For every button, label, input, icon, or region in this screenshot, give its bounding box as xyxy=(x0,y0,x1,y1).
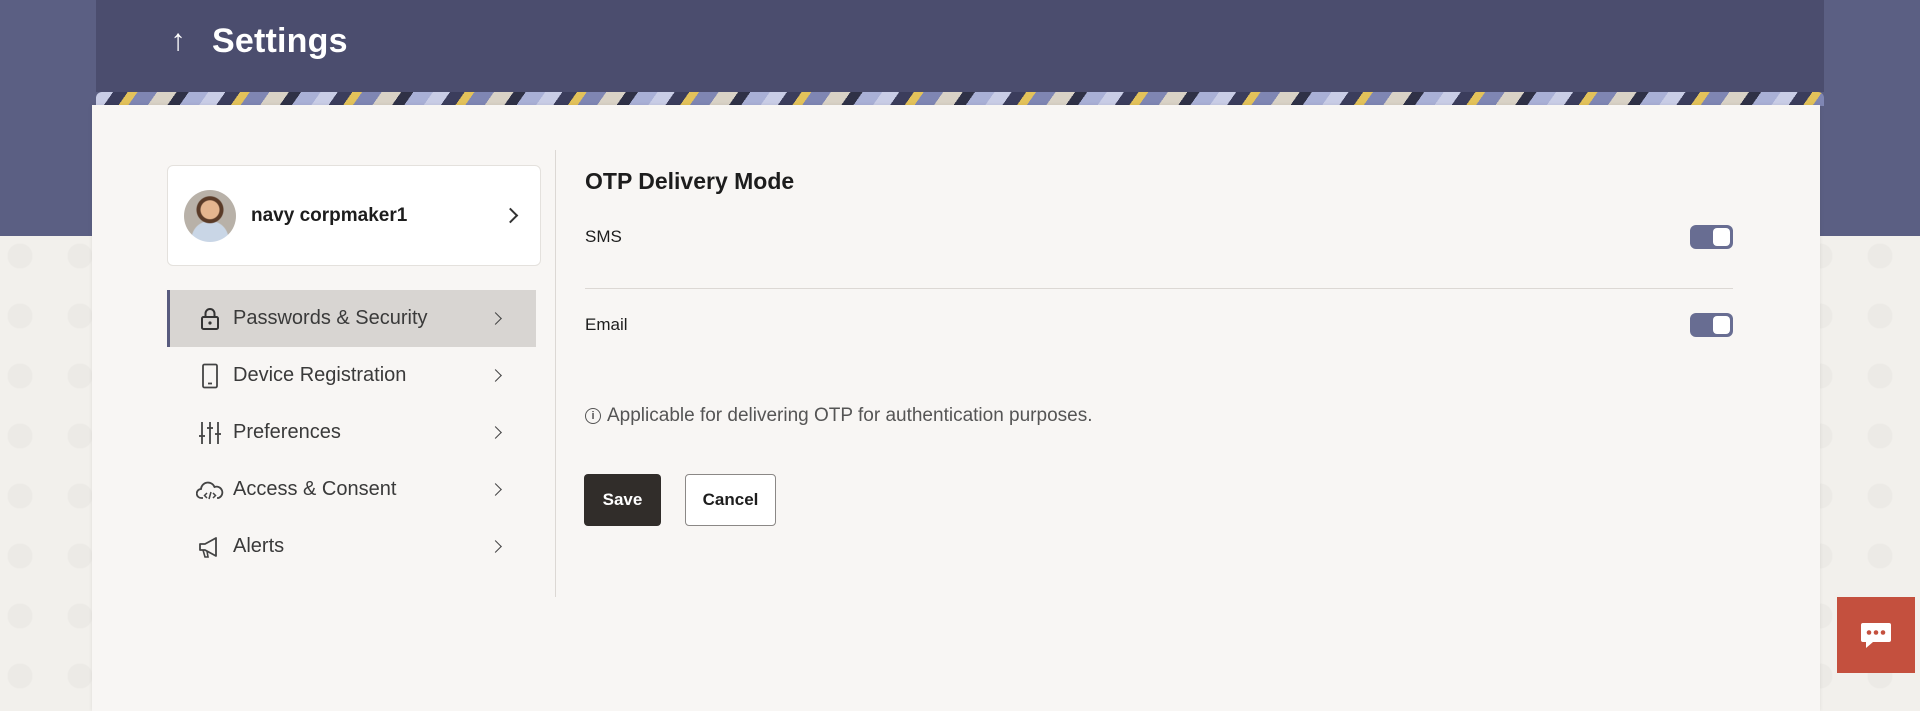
info-note: i Applicable for delivering OTP for auth… xyxy=(585,405,1092,427)
sidebar-item-access-consent[interactable]: Access & Consent xyxy=(167,461,536,518)
row-divider xyxy=(585,288,1733,289)
profile-card[interactable]: navy corpmaker1 xyxy=(167,165,541,266)
toggle-knob xyxy=(1713,316,1730,334)
chevron-right-icon xyxy=(489,483,502,496)
cancel-button[interactable]: Cancel xyxy=(685,474,776,526)
sidebar-item-label: Access & Consent xyxy=(233,478,397,500)
sidebar-item-passwords-security[interactable]: Passwords & Security xyxy=(167,290,536,347)
sidebar-item-device-registration[interactable]: Device Registration xyxy=(167,347,536,404)
arrow-up-icon[interactable]: ↑ xyxy=(166,26,190,56)
sms-toggle[interactable] xyxy=(1690,225,1733,249)
page-header: ↑ Settings xyxy=(166,18,348,64)
sms-label: SMS xyxy=(585,227,622,246)
section-title: OTP Delivery Mode xyxy=(585,168,795,194)
sidebar-item-alerts[interactable]: Alerts xyxy=(167,518,536,575)
header-banner xyxy=(96,0,1824,92)
vertical-divider xyxy=(555,150,556,597)
email-label: Email xyxy=(585,315,628,334)
profile-name: navy corpmaker1 xyxy=(251,204,408,226)
chevron-right-icon xyxy=(489,540,502,553)
megaphone-icon xyxy=(195,535,225,559)
chevron-right-icon xyxy=(489,426,502,439)
email-toggle[interactable] xyxy=(1690,313,1733,337)
email-option-row: Email xyxy=(585,313,1733,337)
settings-nav: Passwords & Security Device Registration… xyxy=(167,290,536,575)
chat-button[interactable] xyxy=(1837,597,1915,673)
chevron-right-icon xyxy=(489,312,502,325)
info-text: Applicable for delivering OTP for authen… xyxy=(607,405,1093,426)
header-decoration xyxy=(96,92,1824,106)
lock-icon xyxy=(195,307,225,331)
sidebar-item-label: Device Registration xyxy=(233,364,407,386)
chevron-right-icon xyxy=(502,207,519,224)
avatar xyxy=(184,189,236,242)
sliders-icon xyxy=(195,420,225,446)
toggle-knob xyxy=(1713,228,1730,246)
sidebar-item-label: Alerts xyxy=(233,535,285,557)
save-button[interactable]: Save xyxy=(584,474,661,526)
sms-option-row: SMS xyxy=(585,225,1733,249)
sidebar-item-label: Passwords & Security xyxy=(233,307,428,329)
chat-bubble-icon xyxy=(1861,623,1891,648)
chevron-right-icon xyxy=(489,369,502,382)
info-icon: i xyxy=(585,408,601,424)
sidebar-item-preferences[interactable]: Preferences xyxy=(167,404,536,461)
sidebar-item-label: Preferences xyxy=(233,421,341,443)
page-title: Settings xyxy=(212,21,348,60)
phone-icon xyxy=(195,363,225,389)
cloud-code-icon xyxy=(195,479,225,501)
